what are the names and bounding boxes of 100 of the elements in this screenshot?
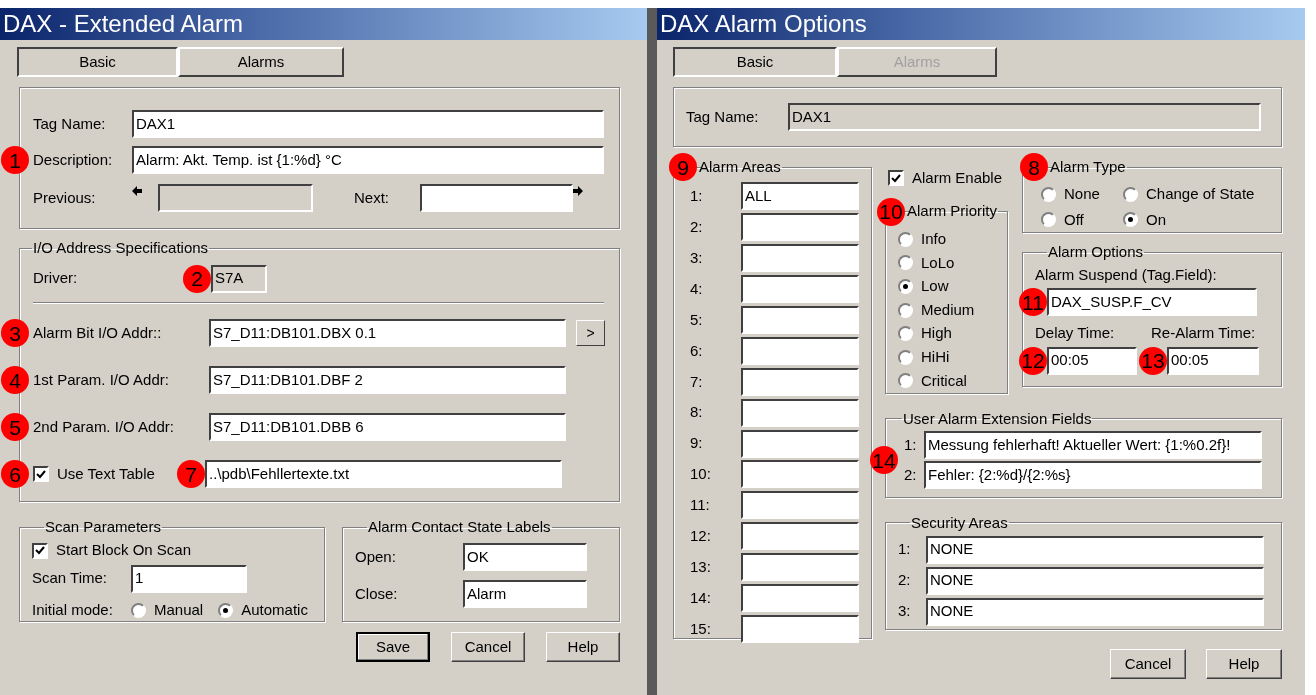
callout-marker: 8 [1020,153,1048,181]
input-field[interactable] [741,336,859,365]
input-field[interactable]: S7_D11:DB101.DBX 0.1 [209,319,566,347]
field-label: 1: [898,539,912,560]
window-title: DAX Alarm Options [657,8,1305,40]
radio-button[interactable] [218,603,234,618]
field-label: Start Block On Scan [56,540,192,561]
field-label: 14: [690,587,712,608]
input-field[interactable]: 1 [131,564,247,593]
input-field[interactable]: Alarm: Akt. Temp. ist {1:%d} °C [132,146,604,174]
input-field[interactable]: NONE [926,597,1264,626]
input-field[interactable]: NONE [926,535,1264,564]
group-title: Security Areas [911,512,1008,533]
radio-button[interactable] [1123,186,1138,202]
input-field[interactable]: DAX1 [132,110,604,138]
input-field[interactable] [741,275,859,304]
dialog-button[interactable]: Help [546,632,620,662]
field-label: Alarm Bit I/O Addr:: [33,322,163,343]
radio-button[interactable] [898,326,913,342]
field-label: Delay Time: [1035,323,1116,343]
browse-button[interactable]: > [576,320,605,346]
radio-button[interactable] [898,302,913,318]
field-label: 15: [690,618,712,639]
right-arrow-icon [573,186,583,196]
input-field[interactable]: OK [463,543,587,571]
dialog-button[interactable]: Help [1206,649,1282,679]
input-field[interactable] [420,184,573,212]
tab[interactable]: Basic [673,47,837,77]
input-field[interactable]: S7_D11:DB101.DBF 2 [209,366,566,394]
radio-button[interactable] [1041,186,1056,202]
field-label: 1: [690,186,704,207]
checkbox[interactable] [32,542,48,559]
field-label: None [1064,184,1100,204]
input-field[interactable] [741,244,859,273]
field-label: Scan Time: [32,568,109,589]
input-field[interactable] [741,614,859,643]
radio-button[interactable] [131,603,146,618]
callout-marker: 5 [1,413,29,441]
field-label: Medium [921,299,975,320]
callout-marker: 6 [1,460,29,488]
input-field[interactable]: S7A [211,264,267,293]
tab[interactable]: Alarms [178,47,344,77]
input-field[interactable]: Messung fehlerhaft! Aktueller Wert: {1:%0.2f}! [924,431,1262,459]
input-field[interactable]: NONE [926,566,1264,595]
check-icon [891,173,901,183]
field-label: 1st Param. I/O Addr: [33,369,170,390]
dialog-button[interactable]: Cancel [451,632,525,662]
callout-marker: 13 [1139,346,1167,375]
radio-button[interactable] [898,373,913,389]
field-label: Manual [154,600,204,621]
radio-button[interactable] [898,231,913,247]
radio-button[interactable] [898,255,913,271]
input-field[interactable]: 00:05 [1167,346,1259,375]
radio-button[interactable] [898,349,913,365]
field-label: Description: [33,149,114,170]
dialog-button[interactable]: Save [356,632,430,662]
field-label: Change of State [1146,184,1255,204]
input-field[interactable] [741,367,859,396]
input-field[interactable]: S7_D11:DB101.DBB 6 [209,413,566,441]
field-label: 3: [898,601,912,622]
input-field[interactable] [741,213,859,242]
field-label: On [1146,209,1166,230]
field-label: High [921,323,952,344]
radio-button[interactable] [1123,212,1138,228]
field-label: 5: [690,309,704,330]
dialog-button[interactable]: Cancel [1110,649,1186,679]
field-label: HiHi [921,347,950,367]
tab[interactable]: Basic [17,47,178,77]
field-label: Close: [355,583,399,604]
input-field[interactable] [741,460,859,489]
input-field[interactable]: DAX_SUSP.F_CV [1047,288,1257,316]
input-field[interactable]: 00:05 [1047,346,1137,375]
input-field[interactable]: Alarm [463,580,587,608]
callout-marker: 14 [870,446,898,474]
field-label: Re-Alarm Time: [1151,323,1256,343]
input-field[interactable]: ALL [741,182,859,211]
radio-button[interactable] [1041,212,1056,228]
callout-marker: 10 [877,197,905,226]
input-field[interactable] [741,491,859,520]
field-label: Initial mode: [32,600,114,621]
field-label: 1: [904,434,918,455]
input-field[interactable] [741,306,859,334]
input-field[interactable] [741,429,859,458]
input-field[interactable]: Fehler: {2:%d}/{2:%s} [924,461,1262,489]
input-field[interactable] [741,398,859,427]
group-title: Alarm Type [1050,156,1126,177]
input-field[interactable] [741,553,859,582]
callout-marker: 12 [1019,346,1047,375]
field-label: Alarm Enable [912,168,1003,188]
checkbox[interactable] [888,170,904,187]
left-arrow-icon [132,186,142,196]
checkbox[interactable] [33,466,49,482]
callout-marker: 3 [1,319,29,347]
radio-button[interactable] [898,279,913,294]
check-icon [36,469,46,479]
input-field[interactable] [741,584,859,612]
input-field[interactable]: ..\pdb\Fehllertexte.txt [205,460,562,488]
input-field[interactable] [741,522,859,551]
callout-marker: 1 [1,146,29,174]
field-label: 9: [690,433,704,454]
